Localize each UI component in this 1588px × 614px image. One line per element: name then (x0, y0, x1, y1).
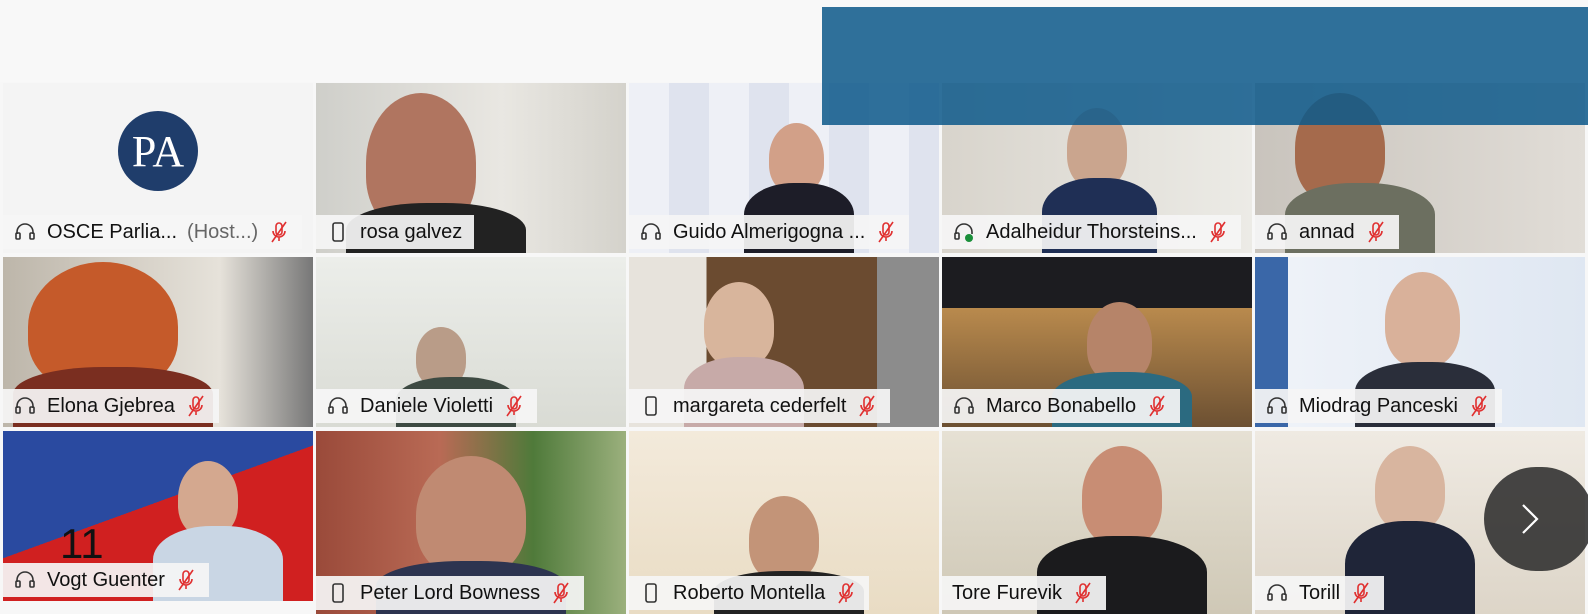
participant-label: Daniele Violetti (316, 389, 538, 423)
participant-name: Guido Almerigogna ... (673, 220, 866, 243)
notification-banner (822, 7, 1588, 125)
participant-label: Guido Almerigogna ... (629, 215, 910, 249)
muted-mic-icon[interactable] (1207, 220, 1229, 244)
participant-label: Peter Lord Bowness (316, 576, 585, 610)
chevron-right-icon (1522, 504, 1539, 534)
participant-name: Elona Gjebrea (47, 394, 175, 417)
participant-tile-rosa[interactable]: rosa galvez (316, 83, 626, 253)
video-person (704, 282, 774, 367)
participant-label: Roberto Montella (629, 576, 870, 610)
video-person (416, 456, 526, 576)
muted-mic-icon[interactable] (835, 581, 857, 605)
participant-tile-vogt[interactable]: Vogt Guenter (3, 431, 313, 601)
headset-icon (15, 223, 35, 240)
participant-name: rosa galvez (360, 220, 463, 243)
page-number: 11 (60, 520, 104, 567)
participant-name: Tore Furevik (952, 581, 1063, 604)
participant-name: Adalheidur Thorsteins... (986, 220, 1197, 243)
participant-label: annad (1255, 215, 1399, 249)
participant-name: Vogt Guenter (47, 568, 165, 591)
participant-label: Marco Bonabello (942, 389, 1181, 423)
participant-name: Daniele Violetti (360, 394, 494, 417)
host-tag: (Host...) (187, 220, 259, 243)
video-person (1375, 446, 1445, 531)
headset-icon (328, 397, 348, 414)
participant-tile-miodrag[interactable]: Miodrag Panceski (1255, 257, 1585, 427)
participant-name: annad (1299, 220, 1355, 243)
phone-icon (645, 583, 657, 603)
phone-icon (645, 396, 657, 416)
participant-name: Peter Lord Bowness (360, 581, 541, 604)
video-person (1082, 446, 1162, 546)
participant-label: Tore Furevik (942, 576, 1107, 610)
participant-name: OSCE Parlia... (47, 220, 178, 243)
participant-name: Roberto Montella (673, 581, 826, 604)
participant-label: Adalheidur Thorsteins... (942, 215, 1241, 249)
participant-label: Miodrag Panceski (1255, 389, 1502, 423)
participant-tile-tore[interactable]: Tore Furevik (942, 431, 1252, 614)
headset-status-icon (954, 223, 973, 242)
headset-icon (15, 571, 35, 588)
muted-mic-icon[interactable] (1072, 581, 1094, 605)
participant-tile-elona[interactable]: Elona Gjebrea (3, 257, 313, 427)
headset-icon (641, 223, 661, 240)
muted-mic-icon[interactable] (875, 220, 897, 244)
participant-tile-margareta[interactable]: margareta cederfelt (629, 257, 939, 427)
muted-mic-icon[interactable] (1468, 394, 1490, 418)
participant-label: OSCE Parlia... (Host...) (3, 215, 303, 249)
participant-label: Elona Gjebrea (3, 389, 219, 423)
participant-label: Vogt Guenter (3, 563, 209, 597)
participant-label: margareta cederfelt (629, 389, 891, 423)
muted-mic-icon[interactable] (1350, 581, 1372, 605)
next-page-button[interactable] (1484, 467, 1588, 571)
phone-icon (332, 583, 344, 603)
video-person (1385, 272, 1460, 367)
pa-logo: PA (118, 111, 198, 191)
muted-mic-icon[interactable] (1146, 394, 1168, 418)
participant-tile-marco[interactable]: Marco Bonabello (942, 257, 1252, 427)
headset-icon (954, 397, 974, 414)
video-person (1087, 302, 1152, 382)
video-person (178, 461, 238, 536)
participant-label: Torill (1255, 576, 1385, 610)
participant-name: Miodrag Panceski (1299, 394, 1458, 417)
headset-icon (1267, 584, 1287, 601)
muted-mic-icon[interactable] (185, 394, 207, 418)
participant-name: Torill (1299, 581, 1341, 604)
video-grid: PA OSCE Parlia... (Host...) rosa galvez … (3, 83, 1585, 614)
video-person (749, 496, 819, 581)
muted-mic-icon[interactable] (550, 581, 572, 605)
headset-icon (1267, 397, 1287, 414)
muted-mic-icon[interactable] (268, 220, 290, 244)
participant-name: margareta cederfelt (673, 394, 847, 417)
muted-mic-icon[interactable] (503, 394, 525, 418)
muted-mic-icon[interactable] (175, 568, 197, 592)
participant-label: rosa galvez (316, 215, 475, 249)
headset-icon (1267, 223, 1287, 240)
participant-tile-roberto[interactable]: Roberto Montella (629, 431, 939, 614)
muted-mic-icon[interactable] (1365, 220, 1387, 244)
participant-name: Marco Bonabello (986, 394, 1137, 417)
participant-tile-osce[interactable]: PA OSCE Parlia... (Host...) (3, 83, 313, 253)
headset-icon (15, 397, 35, 414)
participant-tile-peter[interactable]: Peter Lord Bowness (316, 431, 626, 614)
phone-icon (332, 222, 344, 242)
participant-tile-daniele[interactable]: Daniele Violetti (316, 257, 626, 427)
muted-mic-icon[interactable] (856, 394, 878, 418)
pa-logo-text: PA (131, 126, 185, 176)
